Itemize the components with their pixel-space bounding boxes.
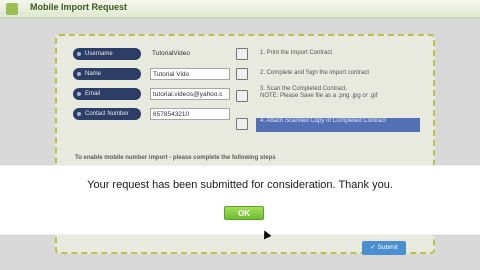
instructions-text: To enable mobile number import - please … <box>75 155 276 161</box>
printer-icon <box>236 48 248 60</box>
modal-message: Your request has been submitted for cons… <box>87 179 393 191</box>
page-title: Mobile Import Request <box>30 2 128 12</box>
mobile-icon <box>6 3 18 15</box>
scanner-icon <box>236 90 248 102</box>
step-scan: 3. Scan the Completed Contract. <box>260 86 348 92</box>
step-scan-note: NOTE: Please Save file as a .png .jpg or… <box>260 93 378 99</box>
name-label: Name <box>73 68 141 80</box>
username-value: TutorialVideo <box>152 50 190 57</box>
submit-label: Submit <box>377 244 398 251</box>
ok-button[interactable]: OK <box>224 206 264 220</box>
confirmation-modal: Your request has been submitted for cons… <box>0 165 480 235</box>
step-attach-link[interactable]: 4. Attach Scanned Copy of Completed Cont… <box>256 118 420 132</box>
submit-button[interactable]: ✓ Submit <box>362 241 406 255</box>
email-label: Email <box>73 88 141 100</box>
username-label: Username <box>73 48 141 60</box>
name-field[interactable]: Tutorial Vido <box>150 68 230 80</box>
page-header: Mobile Import Request <box>0 0 480 18</box>
email-field[interactable]: tutorial.videos@yahoo.c <box>150 88 230 100</box>
contact-number-label: Contact Number <box>73 108 141 120</box>
sign-icon <box>236 68 248 80</box>
attach-icon <box>236 118 248 130</box>
contact-number-field[interactable]: 6578543210 <box>150 108 230 120</box>
checkmark-icon: ✓ <box>370 244 376 251</box>
step-print: 1. Print the Import Contract <box>260 50 333 56</box>
step-sign: 2. Complete and Sign the import contract <box>260 70 370 76</box>
